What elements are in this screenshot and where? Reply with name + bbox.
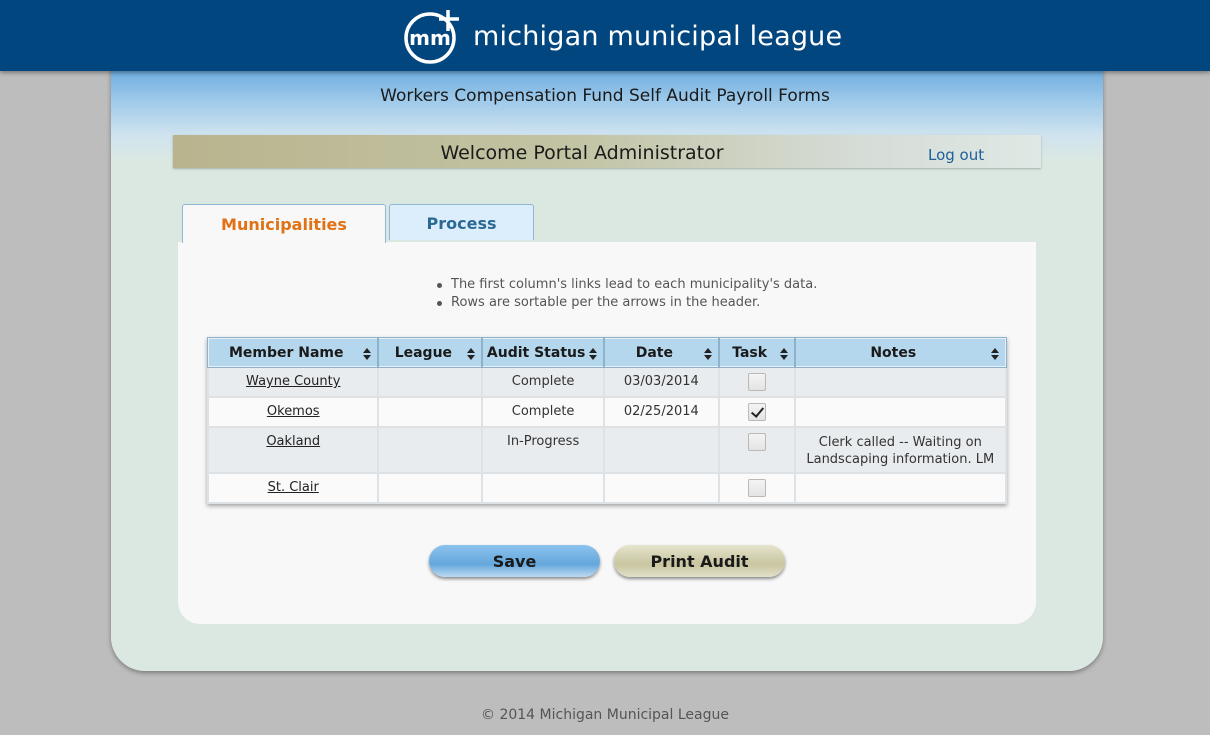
cell-date [602,472,720,504]
instructions-list: The first column's links lead to each mu… [435,276,817,312]
column-header-task[interactable]: Task [717,337,796,368]
cell-audit-status: Complete [481,366,605,398]
column-header-label: Task [732,344,768,361]
instruction-item: The first column's links lead to each mu… [435,276,817,294]
instruction-item: Rows are sortable per the arrows in the … [435,294,817,312]
cell-audit-status: In-Progress [481,426,605,474]
cell-task [717,366,796,398]
brand-name: michigan municipal league [473,20,843,52]
table-row: Okemos Complete 02/25/2014 [206,396,1008,428]
cell-league [377,472,484,504]
table-row: Wayne County Complete 03/03/2014 [206,366,1008,398]
mml-logo-icon: mm [404,10,459,64]
svg-text:mm: mm [409,26,451,50]
cell-notes [793,472,1008,504]
column-header-label: Audit Status [486,344,586,361]
cell-notes [793,396,1008,428]
top-banner: mm michigan municipal league [0,0,1210,71]
cell-audit-status [481,472,605,504]
page-title: Workers Compensation Fund Self Audit Pay… [380,86,830,106]
cell-league [377,426,484,474]
sort-arrows-icon[interactable] [467,348,476,360]
cell-date: 03/03/2014 [602,366,720,398]
cell-task [717,472,796,504]
cell-task [717,396,796,428]
sort-arrows-icon[interactable] [703,348,712,360]
welcome-bar: Welcome Portal Administrator Log out [173,135,1041,168]
member-link-st-clair[interactable]: St. Clair [268,480,319,495]
cell-league [377,396,484,428]
footer-copyright: © 2014 Michigan Municipal League [481,707,729,723]
task-checkbox[interactable] [747,479,766,497]
sort-arrows-icon[interactable] [779,348,788,360]
column-header-audit-status[interactable]: Audit Status [481,337,605,368]
sort-arrows-icon[interactable] [363,348,372,360]
column-header-date[interactable]: Date [602,337,720,368]
cell-notes: Clerk called -- Waiting on Landscaping i… [793,426,1008,474]
task-checkbox[interactable] [747,403,766,421]
tab-panel: The first column's links lead to each mu… [178,242,1036,624]
column-header-league[interactable]: League [377,337,484,368]
logout-link[interactable]: Log out [928,146,984,164]
cell-date [602,426,720,474]
tab-municipalities[interactable]: Municipalities [182,204,386,243]
cell-member-name: St. Clair [206,472,380,504]
cell-member-name: Wayne County [206,366,380,398]
tab-process[interactable]: Process [389,204,534,240]
cell-member-name: Okemos [206,396,380,428]
column-header-label: Member Name [228,344,344,361]
cell-member-name: Oakland [206,426,380,474]
task-checkbox[interactable] [747,433,766,451]
sort-arrows-icon[interactable] [588,348,597,360]
column-header-label: League [394,344,453,361]
sort-arrows-icon[interactable] [991,348,999,360]
cell-league [377,366,484,398]
cell-notes [793,366,1008,398]
table-header-row: Member Name League Audit Status Date Tas… [206,337,1008,368]
print-audit-button[interactable]: Print Audit [614,545,785,577]
table-row: Oakland In-Progress Clerk called -- Wait… [206,426,1008,474]
member-link-okemos[interactable]: Okemos [267,404,320,419]
column-header-label: Notes [870,344,917,361]
member-link-wayne-county[interactable]: Wayne County [246,374,340,389]
table-row: St. Clair [206,472,1008,504]
member-link-oakland[interactable]: Oakland [266,434,320,449]
welcome-text: Welcome Portal Administrator [440,142,724,164]
municipalities-table: Member Name League Audit Status Date Tas… [206,337,1008,504]
cell-task [717,426,796,474]
cell-date: 02/25/2014 [602,396,720,428]
column-header-member-name[interactable]: Member Name [206,337,380,368]
cell-audit-status: Complete [481,396,605,428]
task-checkbox[interactable] [747,373,766,391]
column-header-label: Date [635,344,673,361]
column-header-notes[interactable]: Notes [793,337,1008,368]
save-button[interactable]: Save [429,545,600,577]
brand: mm michigan municipal league [403,6,842,66]
